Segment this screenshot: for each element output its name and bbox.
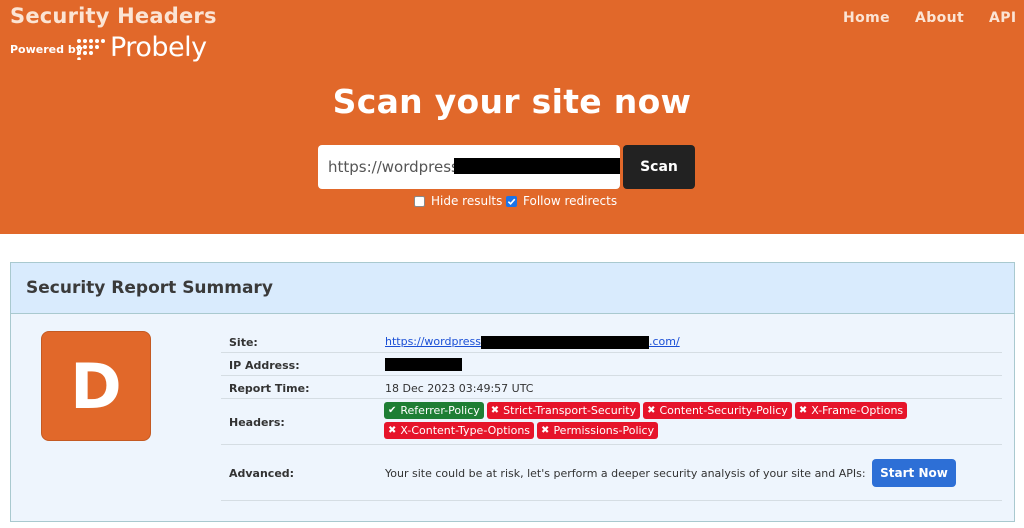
site-label: Site: xyxy=(229,336,258,349)
header-badge-label: X-Frame-Options xyxy=(811,404,904,417)
headers-label: Headers: xyxy=(229,416,285,429)
redacted-ip xyxy=(385,357,462,371)
start-now-button[interactable]: Start Now xyxy=(872,459,956,487)
probely-logo-wordmark[interactable]: Probely xyxy=(110,32,207,63)
redacted-url-block xyxy=(454,158,620,174)
header-badge-content-security-policy[interactable]: ✖ Content-Security-Policy xyxy=(643,402,792,419)
ip-row: IP Address: xyxy=(221,353,1002,376)
cross-icon: ✖ xyxy=(490,405,500,416)
advanced-row: Advanced: Your site could be at risk, le… xyxy=(221,445,1002,501)
time-row: Report Time: 18 Dec 2023 03:49:57 UTC xyxy=(221,376,1002,399)
follow-redirects-label: Follow redirects xyxy=(523,194,618,208)
site-link-prefix[interactable]: https://wordpress xyxy=(385,335,481,348)
hero-banner: Security Headers Powered by Probely Home… xyxy=(0,0,1024,234)
hide-results-option[interactable]: Hide results xyxy=(414,193,502,209)
probely-logo-icon xyxy=(77,39,105,60)
check-icon: ✔ xyxy=(388,405,397,416)
hide-results-checkbox[interactable] xyxy=(414,195,425,207)
time-label: Report Time: xyxy=(229,382,310,395)
nav-about-link[interactable]: About xyxy=(915,10,964,26)
header-badges: ✔ Referrer-Policy ✖ Strict-Transport-Securi… xyxy=(384,402,944,439)
header-badge-permissions-policy[interactable]: ✖ Permissions-Policy xyxy=(537,422,659,439)
cross-icon: ✖ xyxy=(798,405,808,416)
header-badge-label: Content-Security-Policy xyxy=(659,404,788,417)
redacted-domain xyxy=(480,335,649,349)
cross-icon: ✖ xyxy=(388,425,397,436)
header-badge-label: Referrer-Policy xyxy=(400,404,480,417)
nav-api-link[interactable]: API xyxy=(989,10,1017,26)
checkmark-icon xyxy=(507,198,516,205)
ip-label: IP Address: xyxy=(229,359,300,372)
header-badge-strict-transport-security[interactable]: ✖ Strict-Transport-Security xyxy=(486,402,641,419)
grade-badge: D xyxy=(41,331,151,441)
ip-value xyxy=(385,357,462,371)
follow-redirects-checkbox[interactable] xyxy=(506,195,517,207)
site-link-suffix[interactable]: .com/ xyxy=(649,335,680,348)
header-badge-label: Strict-Transport-Security xyxy=(503,404,637,417)
header-badge-x-content-type-options[interactable]: ✖ X-Content-Type-Options xyxy=(384,422,535,439)
powered-by-label: Powered by xyxy=(10,43,83,56)
header-badge-referrer-policy[interactable]: ✔ Referrer-Policy xyxy=(384,402,484,419)
cross-icon: ✖ xyxy=(541,425,550,436)
cross-icon: ✖ xyxy=(647,405,656,416)
header-badge-x-frame-options[interactable]: ✖ X-Frame-Options xyxy=(794,402,908,419)
advanced-label: Advanced: xyxy=(229,467,295,480)
nav-home-link[interactable]: Home xyxy=(843,10,890,26)
report-header: Security Report Summary xyxy=(11,263,1014,314)
time-value: 18 Dec 2023 03:49:57 UTC xyxy=(385,382,534,395)
site-logo-title[interactable]: Security Headers xyxy=(10,4,217,28)
security-report-panel: Security Report Summary D Site: https://… xyxy=(10,262,1015,522)
site-link[interactable]: https://wordpress .com/ xyxy=(385,335,680,349)
scan-button[interactable]: Scan xyxy=(623,145,695,189)
site-row: Site: https://wordpress .com/ xyxy=(221,330,1002,353)
hide-results-label: Hide results xyxy=(431,194,503,208)
follow-redirects-option[interactable]: Follow redirects xyxy=(506,193,617,209)
advanced-text: Your site could be at risk, let's perfor… xyxy=(385,467,866,480)
headers-row: Headers: ✔ Referrer-Policy ✖ Strict-Transpo… xyxy=(221,399,1002,445)
hero-heading: Scan your site now xyxy=(332,82,692,121)
header-badge-label: X-Content-Type-Options xyxy=(400,424,531,437)
header-badge-label: Permissions-Policy xyxy=(553,424,655,437)
report-title: Security Report Summary xyxy=(26,278,273,298)
